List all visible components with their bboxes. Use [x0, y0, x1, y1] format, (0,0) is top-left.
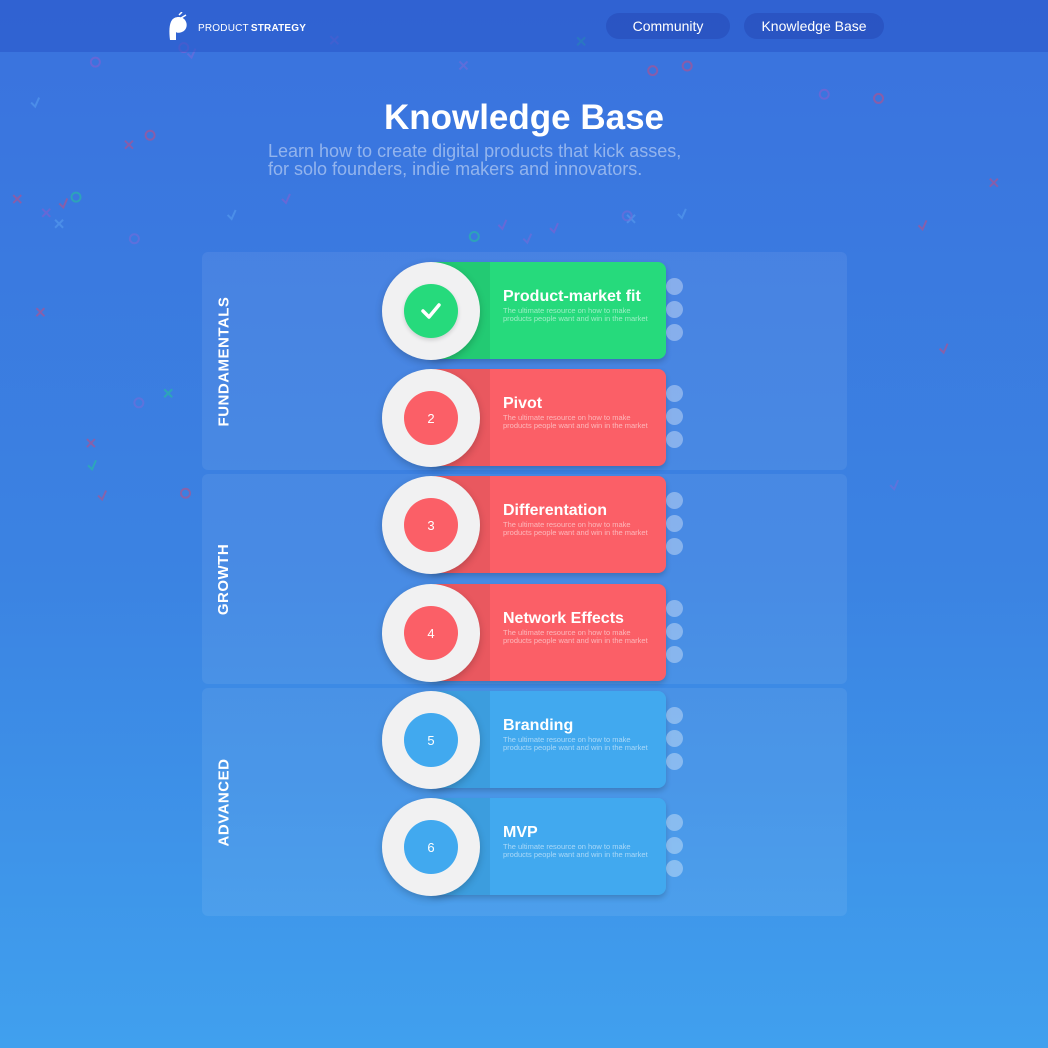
- pattern-cross: [41, 208, 51, 218]
- pattern-check: [58, 198, 69, 210]
- pattern-circle: [128, 233, 140, 245]
- progress-dot: [666, 814, 683, 831]
- topic-number: 6: [404, 820, 458, 874]
- topic-description: The ultimate resource on how to make pro…: [503, 413, 648, 430]
- topic-badge[interactable]: 3: [382, 476, 480, 574]
- topic-number: 2: [404, 391, 458, 445]
- pattern-check: [549, 222, 559, 234]
- top-navbar: PRODUCT STRATEGY Community Knowledge Base: [0, 0, 1048, 52]
- pattern-cross: [35, 307, 46, 317]
- page-subtitle: Learn how to create digital products tha…: [268, 142, 788, 178]
- pattern-cross: [989, 178, 999, 188]
- pattern-cross: [86, 438, 96, 448]
- pattern-circle: [179, 487, 191, 499]
- progress-dot: [666, 385, 683, 402]
- progress-dot: [666, 837, 683, 854]
- progress-dot: [666, 753, 683, 770]
- pattern-circle: [647, 65, 659, 77]
- topic-title: Pivot: [503, 395, 543, 412]
- pattern-check: [226, 209, 237, 221]
- page-subtitle-line-1: Learn how to create digital products tha…: [268, 141, 682, 161]
- topic-number: 5: [404, 713, 458, 767]
- section-label-advanced: ADVANCED: [215, 758, 233, 846]
- pattern-check: [87, 459, 97, 472]
- topic-badge[interactable]: [382, 262, 480, 360]
- progress-dot: [666, 860, 683, 877]
- topic-description: The ultimate resource on how to make pro…: [503, 306, 648, 323]
- topic-title: Network Effects: [503, 610, 624, 627]
- pattern-check: [938, 343, 949, 355]
- pattern-circle: [70, 191, 82, 203]
- progress-dot: [666, 600, 683, 617]
- pattern-check: [917, 219, 928, 232]
- page-title: Knowledge Base: [383, 98, 665, 137]
- pattern-check: [281, 193, 291, 205]
- pattern-check: [677, 208, 687, 220]
- nav-knowledge-base-button[interactable]: Knowledge Base: [744, 13, 884, 39]
- topic-description: The ultimate resource on how to make pro…: [503, 842, 648, 859]
- pattern-cross: [626, 214, 636, 224]
- topic-badge[interactable]: 2: [382, 369, 480, 467]
- topic-title: Differentation: [503, 502, 607, 519]
- topic-number: 4: [404, 606, 458, 660]
- topic-title: MVP: [503, 824, 538, 841]
- logo-text-bold: STRATEGY: [250, 22, 307, 34]
- topic-description: The ultimate resource on how to make pro…: [503, 735, 648, 752]
- pattern-check: [889, 479, 900, 491]
- pattern-circle: [621, 210, 633, 222]
- progress-dot: [666, 301, 683, 318]
- progress-dot: [666, 707, 683, 724]
- topic-badge[interactable]: 6: [382, 798, 480, 896]
- progress-dot: [666, 431, 683, 448]
- check-icon: [421, 303, 441, 319]
- topic-badge[interactable]: 4: [382, 584, 480, 682]
- pattern-cross: [458, 60, 469, 71]
- progress-dot: [666, 324, 683, 341]
- pattern-cross: [12, 194, 22, 204]
- progress-dot: [666, 492, 683, 509]
- progress-dot: [666, 408, 683, 425]
- pattern-circle: [468, 230, 480, 242]
- pattern-check: [522, 233, 533, 245]
- progress-dot: [666, 730, 683, 747]
- logo[interactable]: PRODUCT STRATEGY: [166, 12, 306, 44]
- progress-dot: [666, 538, 683, 555]
- pattern-cross: [124, 139, 134, 150]
- nav-community-button[interactable]: Community: [606, 13, 730, 39]
- logo-icon: [169, 12, 187, 40]
- progress-dot: [666, 278, 683, 295]
- topic-title: Branding: [503, 717, 574, 734]
- pattern-circle: [89, 56, 101, 68]
- progress-dot: [666, 515, 683, 532]
- pattern-circle: [681, 60, 693, 72]
- topic-badge[interactable]: 5: [382, 691, 480, 789]
- page-subtitle-line-2: for solo founders, indie makers and inno…: [268, 159, 643, 179]
- pattern-check: [497, 219, 508, 231]
- pattern-check: [97, 490, 108, 502]
- topic-number: 3: [404, 498, 458, 552]
- progress-dot: [666, 646, 683, 663]
- topic-title: Product-market fit: [503, 288, 641, 305]
- pattern-cross: [163, 388, 173, 398]
- topic-description: The ultimate resource on how to make pro…: [503, 628, 648, 645]
- pattern-circle: [133, 397, 145, 409]
- progress-dot: [666, 623, 683, 640]
- pattern-cross: [54, 219, 64, 229]
- topic-description: The ultimate resource on how to make pro…: [503, 520, 648, 537]
- logo-text-light: PRODUCT: [198, 22, 249, 34]
